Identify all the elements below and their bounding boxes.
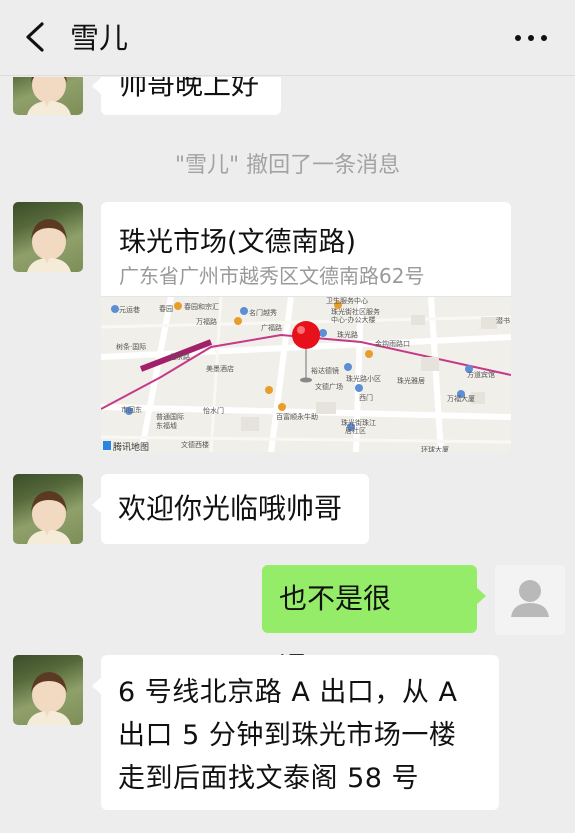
more-options-icon[interactable] [515, 35, 547, 43]
svg-text:珠光街珠江: 珠光街珠江 [341, 418, 376, 427]
svg-text:卫生服务中心: 卫生服务中心 [326, 297, 368, 305]
svg-text:百富顺永牛助: 百富顺永牛助 [276, 412, 318, 421]
svg-text:珠光街社区服务: 珠光街社区服务 [331, 307, 380, 316]
location-map-preview[interactable]: 元运巷 春园 春园和宗汇 万福路 名门越秀 广福路 卫生服务中心 珠光街社区服务… [101, 296, 511, 452]
chat-title: 雪儿 [70, 21, 129, 55]
contact-avatar[interactable] [13, 655, 83, 725]
contact-avatar[interactable] [13, 202, 83, 272]
svg-text:东福墟: 东福墟 [156, 421, 177, 430]
svg-text:美墨酒店: 美墨酒店 [206, 364, 234, 373]
message-bubble-received[interactable]: 6 号线北京路 A 出口，从 A 出口 5 分钟到珠光市场一楼走到后面找文泰阁 … [92, 655, 499, 810]
svg-text:元运巷: 元运巷 [119, 306, 140, 314]
svg-text:春园和宗汇: 春园和宗汇 [184, 302, 219, 311]
contact-avatar[interactable] [13, 77, 83, 115]
message-bubble-sent[interactable]: 也不是很远…… [262, 565, 486, 683]
svg-text:万福大厦: 万福大厦 [447, 394, 475, 403]
contact-avatar[interactable] [13, 474, 83, 544]
svg-text:市回东: 市回东 [121, 405, 142, 414]
location-message-card[interactable]: 珠光市场(文德南路) 广东省广州市越秀区文德南路62号 元运巷 春园 春园和宗汇… [101, 202, 511, 452]
svg-text:万福路: 万福路 [196, 317, 217, 326]
svg-text:珠光路小区: 珠光路小区 [346, 374, 381, 383]
svg-text:金钩雨路口: 金钩雨路口 [375, 339, 410, 348]
self-avatar[interactable] [495, 565, 565, 635]
svg-text:树条·国际: 树条·国际 [116, 342, 146, 351]
recall-notice: "雪儿" 撤回了一条消息 [174, 153, 401, 178]
svg-text:西门: 西门 [359, 393, 373, 402]
svg-text:居社区: 居社区 [345, 426, 366, 435]
location-address: 广东省广州市越秀区文德南路62号 [119, 264, 425, 288]
svg-text:裕达德镜: 裕达德镜 [311, 366, 339, 375]
svg-text:广福路: 广福路 [261, 323, 282, 332]
svg-text:方道宾馆: 方道宾馆 [467, 370, 495, 379]
chat-message-list[interactable]: 帅哥晚上好 "雪儿" 撤回了一条消息 珠光市场(文德南路) 广东省广州市越秀区文… [0, 77, 575, 833]
svg-text:潜书: 潜书 [496, 316, 510, 325]
message-bubble-received[interactable]: 欢迎你光临哦帅哥 [92, 474, 369, 544]
map-brand-label: 腾讯地图 [113, 441, 149, 452]
message-bubble-received[interactable]: 帅哥晚上好 [92, 77, 281, 115]
svg-text:珠光路: 珠光路 [337, 330, 358, 339]
svg-text:珠光雅居: 珠光雅居 [397, 376, 425, 385]
svg-text:普通国际: 普通国际 [156, 412, 184, 421]
location-title: 珠光市场(文德南路) [119, 227, 357, 258]
svg-text:文德西楼: 文德西楼 [181, 440, 209, 449]
svg-text:怡水门: 怡水门 [203, 406, 224, 415]
svg-text:环球大厦: 环球大厦 [421, 445, 449, 452]
person-silhouette-icon [495, 565, 565, 635]
chat-header: 雪儿 [0, 0, 575, 76]
svg-text:文德广场: 文德广场 [315, 382, 343, 391]
svg-text:北京路: 北京路 [169, 352, 190, 361]
svg-text:名门越秀: 名门越秀 [249, 308, 277, 317]
svg-text:春园: 春园 [159, 304, 173, 313]
back-chevron-icon[interactable] [22, 20, 52, 54]
svg-text:中心-办公大楼: 中心-办公大楼 [331, 315, 376, 324]
